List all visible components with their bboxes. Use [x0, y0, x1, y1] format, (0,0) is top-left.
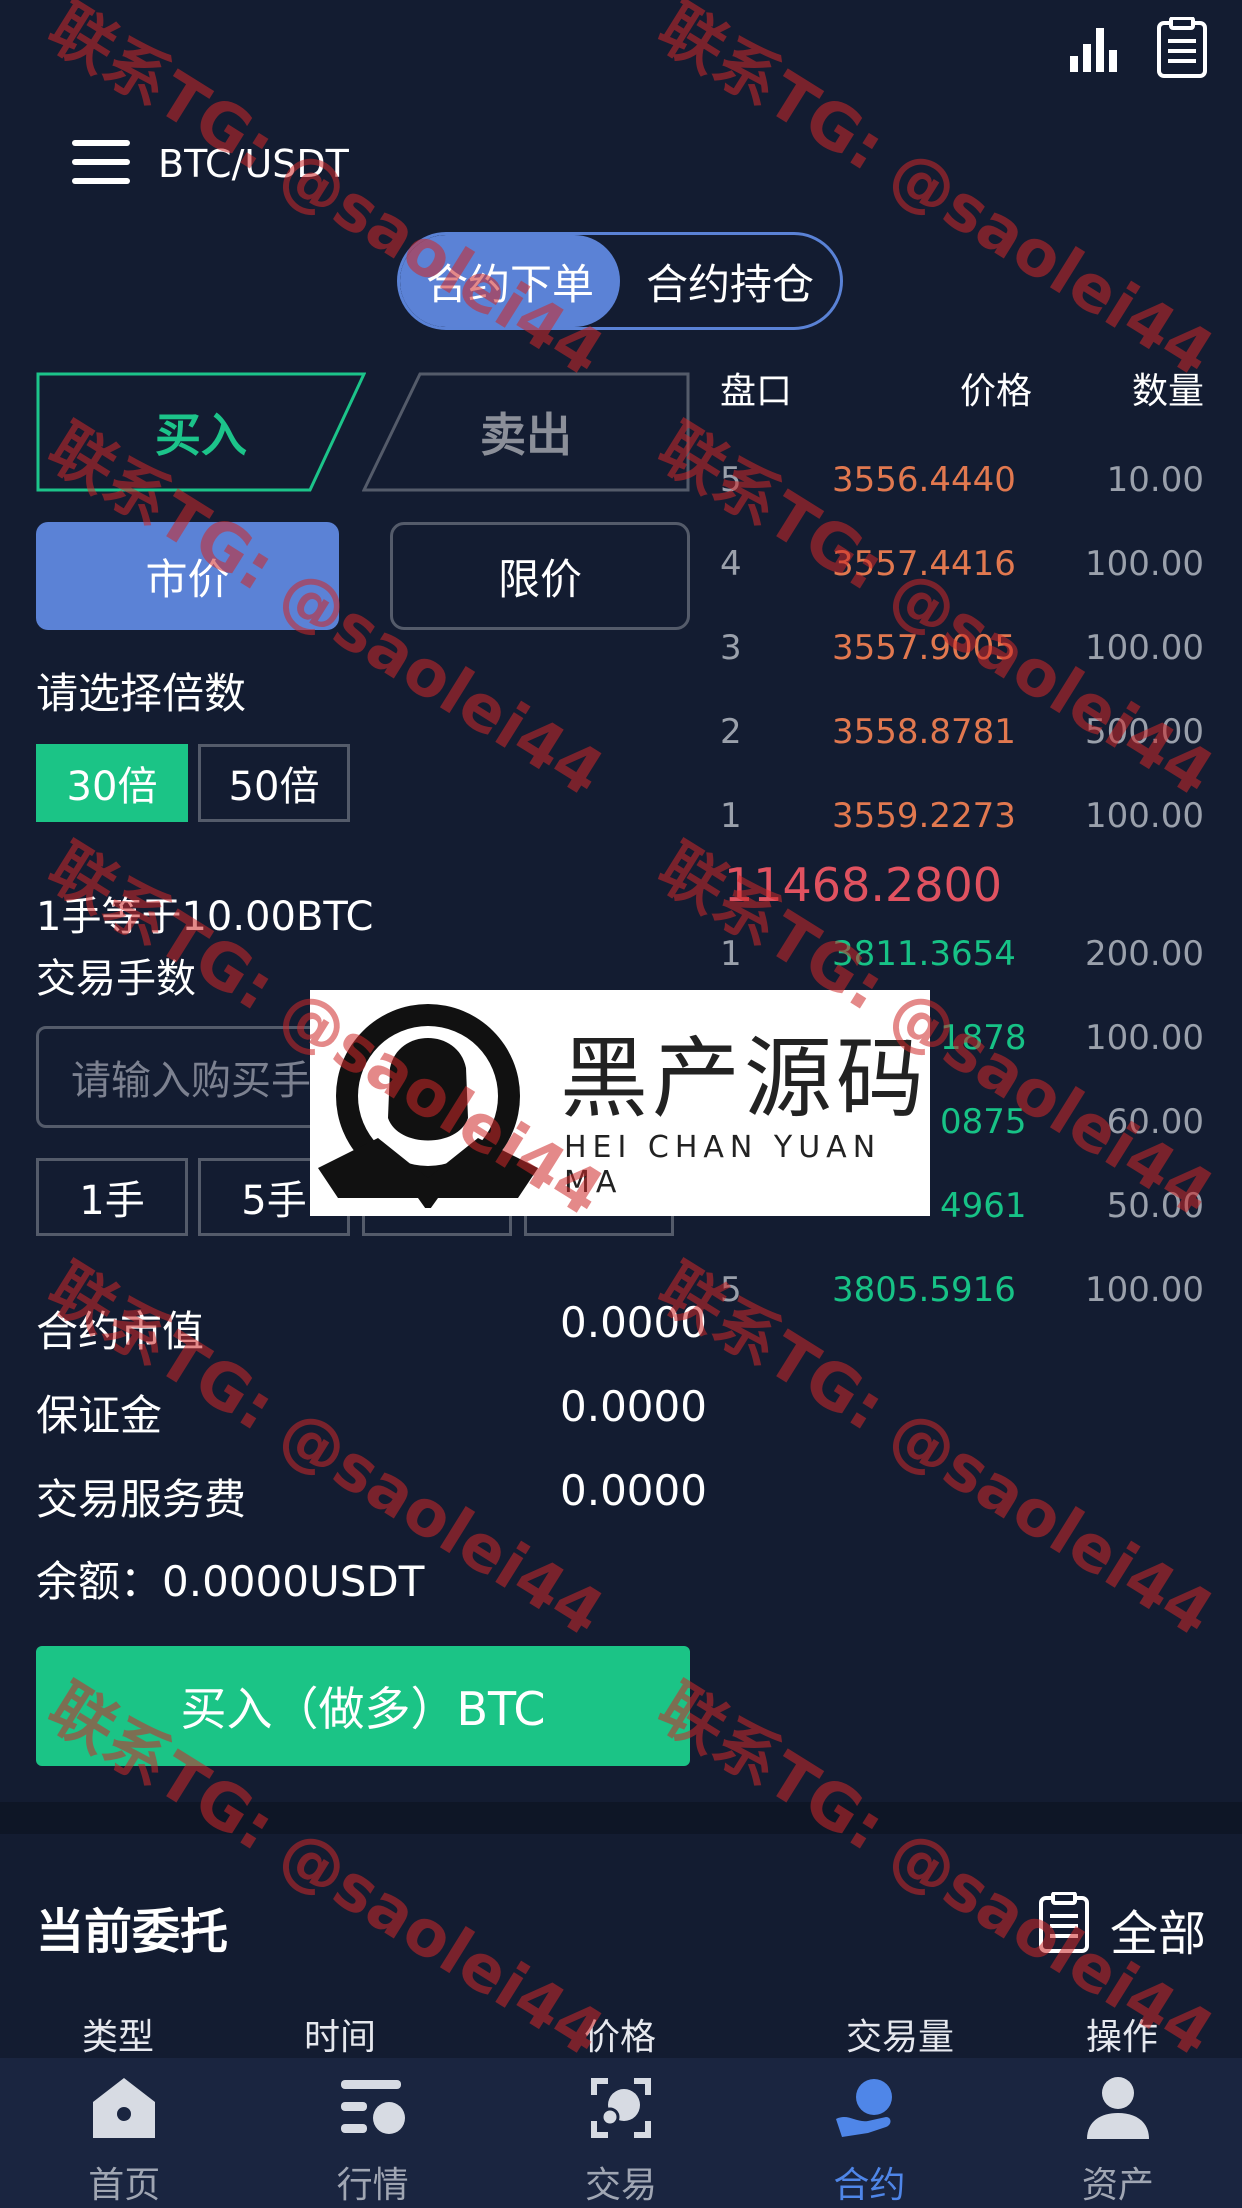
buy-tab-label: 买入 [155, 408, 247, 462]
buy-tab[interactable]: 买入 [36, 372, 367, 492]
ask-row[interactable]: 3 3557.9005 100.00 [720, 628, 1204, 688]
ask-price: 3559.2273 [832, 796, 1016, 836]
header: BTC/USDT [72, 140, 349, 188]
market-order-button[interactable]: 市价 [36, 522, 339, 630]
orderbook-header-qty: 数量 [1132, 371, 1205, 412]
bid-price: 3811.3654 [832, 934, 1016, 974]
ask-qty: 100.00 [1085, 796, 1204, 836]
tab-contract-order[interactable]: 合约下单 [400, 235, 620, 327]
column-type: 类型 [82, 2017, 155, 2058]
fee-value: 0.0000 [560, 1466, 707, 1515]
logo-emblem-icon [318, 1004, 538, 1208]
top-toolbar [1066, 16, 1210, 80]
ask-row[interactable]: 2 3558.8781 500.00 [720, 712, 1204, 772]
home-icon [86, 2072, 162, 2144]
sell-tab[interactable]: 卖出 [361, 372, 690, 492]
ask-price: 3557.4416 [832, 544, 1016, 584]
bid-row[interactable]: 1 3811.3654 200.00 [720, 934, 1204, 994]
bid-qty: 60.00 [1106, 1102, 1204, 1142]
leverage-label: 请选择倍数 [36, 669, 247, 718]
ask-row[interactable]: 5 3556.4440 10.00 [720, 460, 1204, 520]
orderbook-header-level: 盘口 [720, 371, 793, 412]
contract-segment: 合约下单 合约持仓 [397, 232, 843, 330]
buy-long-button[interactable]: 买入（做多）BTC [36, 1646, 690, 1766]
nav-assets[interactable]: 资产 [994, 2058, 1242, 2208]
clipboard-icon[interactable] [1154, 16, 1210, 80]
bid-price: 1878 [940, 1018, 1027, 1058]
nav-contract-label: 合约 [833, 2165, 906, 2206]
trade-qty-placeholder: 请输入购买手 [71, 1058, 311, 1104]
pair-title[interactable]: BTC/USDT [158, 142, 349, 186]
fee-label: 交易服务费 [36, 1475, 247, 1524]
last-price: 11468.2800 [724, 858, 1003, 912]
margin-label: 保证金 [36, 1391, 163, 1440]
balance-text: 余额：0.0000USDT [36, 1557, 425, 1606]
chart-bars-icon[interactable] [1066, 16, 1122, 80]
column-time: 时间 [304, 2017, 377, 2058]
section-divider [0, 1802, 1242, 1834]
current-orders-title: 当前委托 [36, 1904, 229, 1960]
contract-icon [831, 2072, 907, 2144]
bid-qty: 200.00 [1085, 934, 1204, 974]
bid-price: 4961 [940, 1186, 1027, 1226]
ask-level: 1 [720, 796, 742, 836]
bottom-nav: 首页 行情 交易 合约 资产 [0, 2058, 1242, 2208]
lot-info: 1手等于10.00BTC [36, 894, 374, 940]
ask-qty: 10.00 [1106, 460, 1204, 500]
bid-price: 3805.5916 [832, 1270, 1016, 1310]
column-price: 价格 [584, 2017, 657, 2058]
bid-level: 1 [720, 934, 742, 974]
contract-value-label: 合约市值 [36, 1307, 205, 1356]
ask-row[interactable]: 1 3559.2273 100.00 [720, 796, 1204, 856]
nav-home-label: 首页 [88, 2165, 161, 2206]
market-icon [335, 2072, 411, 2144]
nav-assets-label: 资产 [1081, 2165, 1154, 2206]
column-volume: 交易量 [846, 2017, 955, 2058]
bid-qty: 100.00 [1085, 1270, 1204, 1310]
clipboard-list-icon [1038, 1891, 1090, 1966]
ask-qty: 100.00 [1085, 544, 1204, 584]
ask-level: 2 [720, 712, 742, 752]
menu-icon[interactable] [72, 140, 130, 188]
limit-order-button[interactable]: 限价 [390, 522, 690, 630]
nav-trade[interactable]: 交易 [497, 2058, 745, 2208]
nav-trade-label: 交易 [585, 2165, 658, 2206]
all-orders-link[interactable]: 全部 [1038, 1891, 1206, 1966]
ask-row[interactable]: 4 3557.4416 100.00 [720, 544, 1204, 604]
column-action: 操作 [1086, 2017, 1159, 2058]
user-icon [1080, 2072, 1156, 2144]
ask-price: 3557.9005 [832, 628, 1016, 668]
leverage-option-50x[interactable]: 50倍 [198, 744, 350, 822]
orderbook-header-price: 价格 [960, 371, 1033, 412]
bid-qty: 100.00 [1085, 1018, 1204, 1058]
all-orders-label: 全部 [1109, 1906, 1206, 1962]
nav-contract[interactable]: 合约 [745, 2058, 993, 2208]
bid-qty: 50.00 [1106, 1186, 1204, 1226]
nav-market-label: 行情 [336, 2165, 409, 2206]
leverage-option-30x[interactable]: 30倍 [36, 744, 188, 822]
nav-home[interactable]: 首页 [0, 2058, 248, 2208]
watermark-text: 联系TG: @saolei44 [35, 0, 616, 392]
trade-icon [583, 2072, 659, 2144]
lot-button-1[interactable]: 1手 [36, 1158, 188, 1236]
ask-level: 4 [720, 544, 742, 584]
ask-price: 3558.8781 [832, 712, 1016, 752]
ask-level: 3 [720, 628, 742, 668]
ask-price: 3556.4440 [832, 460, 1016, 500]
bid-price: 0875 [940, 1102, 1027, 1142]
nav-market[interactable]: 行情 [248, 2058, 496, 2208]
ask-qty: 500.00 [1085, 712, 1204, 752]
bid-row[interactable]: 5 3805.5916 100.00 [720, 1270, 1204, 1330]
ask-level: 5 [720, 460, 742, 500]
margin-value: 0.0000 [560, 1382, 707, 1431]
logo-overlay: 黑产源码 HEI CHAN YUAN MA [310, 990, 930, 1216]
trade-qty-label: 交易手数 [36, 956, 196, 1002]
logo-english-text: HEI CHAN YUAN MA [564, 1130, 882, 1200]
logo-chinese-text: 黑产源码 [560, 1027, 929, 1130]
ask-qty: 100.00 [1085, 628, 1204, 668]
bid-level: 5 [720, 1270, 742, 1310]
contract-value: 0.0000 [560, 1298, 707, 1347]
sell-tab-label: 卖出 [480, 408, 572, 462]
tab-contract-position[interactable]: 合约持仓 [620, 235, 840, 327]
